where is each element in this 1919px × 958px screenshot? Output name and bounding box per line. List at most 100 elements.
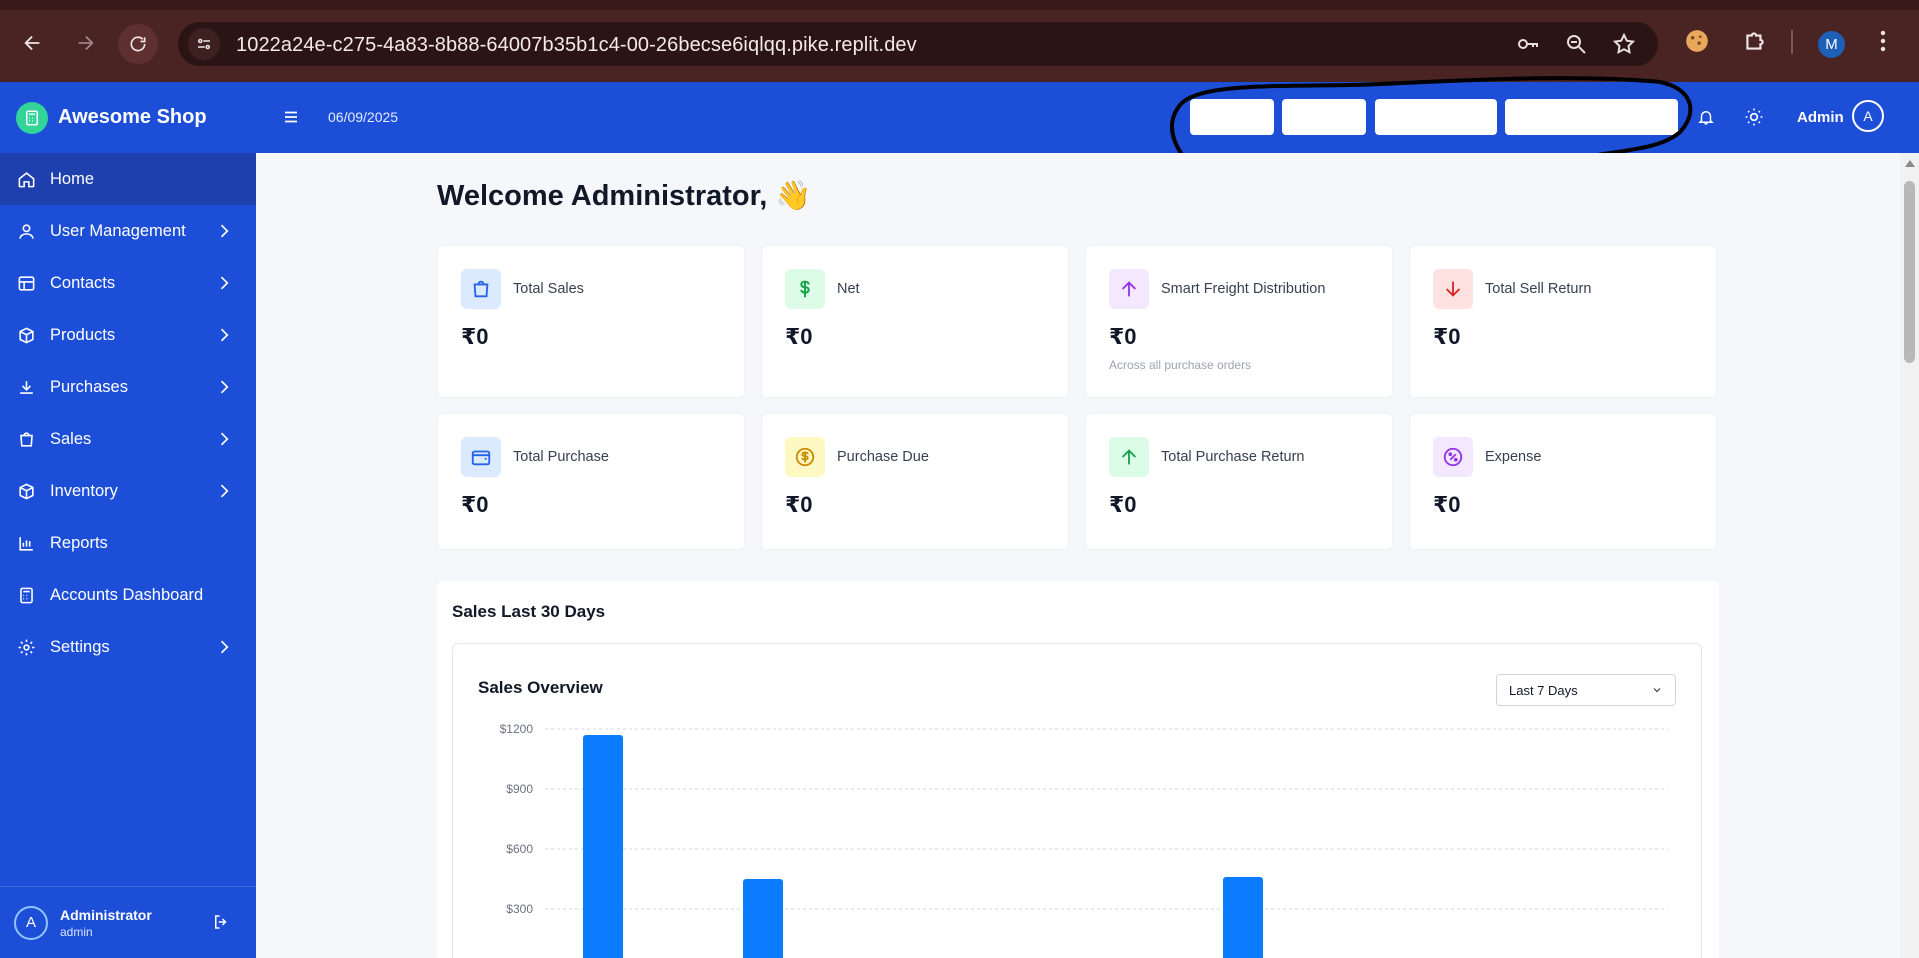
box-icon — [16, 325, 36, 345]
bar[interactable] — [743, 879, 783, 958]
theme-toggle-icon[interactable] — [1744, 107, 1764, 127]
scrollbar[interactable] — [1900, 153, 1919, 958]
chevron-right-icon — [220, 276, 229, 290]
back-icon[interactable] — [18, 28, 48, 58]
stat-label: Purchase Due — [837, 449, 929, 465]
range-select-value: Last 7 Days — [1509, 683, 1578, 698]
sales-bar-chart: $1200 $900 $600 $300 — [500, 722, 1668, 958]
chevron-right-icon — [220, 432, 229, 446]
logout-icon[interactable] — [212, 913, 230, 931]
sidebar-item-contacts[interactable]: Contacts — [0, 257, 256, 309]
dollar-icon — [785, 269, 825, 309]
home-icon — [16, 169, 36, 189]
sidebar-item-label: Accounts Dashboard — [50, 585, 204, 604]
page-title: Welcome Administrator, 👋 — [437, 180, 812, 212]
sidebar-item-label: Home — [50, 169, 95, 188]
extensions-icon[interactable] — [1742, 28, 1768, 59]
chevron-right-icon — [220, 224, 229, 238]
stat-value: ₹0 — [785, 492, 813, 517]
sidebar-item-user-management[interactable]: User Management — [0, 205, 256, 257]
stat-card-net[interactable]: Net ₹0 — [761, 245, 1069, 398]
profile-avatar[interactable]: M — [1818, 31, 1845, 58]
arrow-up-icon — [1109, 269, 1149, 309]
stat-label: Total Sales — [513, 281, 584, 297]
sidebar-item-products[interactable]: Products — [0, 309, 256, 361]
sidebar-user: A Administrator admin — [0, 886, 256, 958]
menu-icon[interactable] — [282, 108, 300, 126]
gear-icon — [16, 637, 36, 657]
scroll-up-arrow-icon[interactable] — [1905, 160, 1915, 167]
stat-card-smart-freight[interactable]: Smart Freight Distribution ₹0 Across all… — [1085, 245, 1393, 398]
arrow-up-icon — [1109, 437, 1149, 477]
stat-card-total-purchase[interactable]: Total Purchase ₹0 — [437, 413, 745, 550]
brand-name: Awesome Shop — [58, 106, 207, 128]
sidebar-nav: Home User Management Contacts Products P… — [0, 153, 256, 673]
reload-icon[interactable] — [118, 24, 158, 64]
toolbar-divider — [1791, 30, 1793, 54]
sales-overview-card: Sales Overview Last 7 Days $1200 $900 $600… — [452, 643, 1702, 958]
sidebar-item-label: Products — [50, 325, 116, 344]
stat-value: ₹0 — [461, 492, 489, 517]
sidebar-item-label: Contacts — [50, 273, 116, 292]
stat-card-expense[interactable]: Expense ₹0 — [1409, 413, 1717, 550]
sidebar-item-label: User Management — [50, 221, 186, 240]
sidebar-item-label: Sales — [50, 429, 92, 448]
stat-value: ₹0 — [1433, 324, 1461, 349]
avatar[interactable]: A — [14, 905, 48, 940]
sidebar-item-label: Reports — [50, 533, 108, 552]
bar[interactable] — [1223, 877, 1263, 958]
tab-strip — [0, 0, 1919, 10]
chevron-right-icon — [220, 328, 229, 342]
user-name: Administrator — [60, 906, 152, 923]
sidebar-item-purchases[interactable]: Purchases — [0, 361, 256, 413]
more-menu-icon[interactable] — [1878, 28, 1888, 59]
bar[interactable] — [583, 735, 623, 958]
stat-subtext: Across all purchase orders — [1109, 358, 1252, 372]
stat-card-total-sell-return[interactable]: Total Sell Return ₹0 — [1409, 245, 1717, 398]
sidebar-item-sales[interactable]: Sales — [0, 413, 256, 465]
current-date: 06/09/2025 — [328, 109, 399, 125]
forward-icon[interactable] — [70, 28, 100, 58]
url-text[interactable]: 1022a24e-c275-4a83-8b88-64007b35b1c4-00-… — [236, 34, 917, 57]
range-select[interactable]: Last 7 Days — [1496, 674, 1676, 706]
sidebar: Awesome Shop Home User Management Contac… — [0, 82, 256, 958]
chart-title: Sales Overview — [478, 678, 603, 697]
sidebar-item-home[interactable]: Home — [0, 153, 256, 205]
user-info: Administrator admin — [60, 907, 152, 939]
stat-label: Expense — [1485, 449, 1542, 465]
sidebar-item-label: Settings — [50, 637, 110, 656]
brand[interactable]: Awesome Shop — [0, 82, 256, 153]
coin-icon — [785, 437, 825, 477]
wallet-icon — [461, 437, 501, 477]
scroll-thumb[interactable] — [1904, 181, 1915, 363]
stat-label: Total Sell Return — [1485, 281, 1592, 297]
user-role: admin — [60, 924, 93, 939]
stat-label: Total Purchase Return — [1161, 449, 1305, 465]
sidebar-item-accounts-dashboard[interactable]: Accounts Dashboard — [0, 569, 256, 621]
shopping-bag-icon — [461, 269, 501, 309]
sidebar-item-inventory[interactable]: Inventory — [0, 465, 256, 517]
stat-card-total-sales[interactable]: Total Sales ₹0 — [437, 245, 745, 398]
sidebar-item-label: Inventory — [50, 481, 118, 500]
y-tick-label: $300 — [506, 902, 533, 916]
stat-card-total-purchase-return[interactable]: Total Purchase Return ₹0 — [1085, 413, 1393, 550]
percent-badge-icon — [1433, 437, 1473, 477]
stat-card-purchase-due[interactable]: Purchase Due ₹0 — [761, 413, 1069, 550]
bag-icon — [16, 429, 36, 449]
calculator-icon — [16, 585, 36, 605]
stat-value: ₹0 — [1433, 492, 1461, 517]
chevron-right-icon — [220, 640, 229, 654]
download-icon — [16, 377, 36, 397]
chevron-right-icon — [220, 380, 229, 394]
stat-value: ₹0 — [1109, 324, 1137, 349]
stat-label: Smart Freight Distribution — [1161, 281, 1326, 297]
header-avatar[interactable]: A — [1852, 100, 1884, 132]
calculator-logo-icon — [16, 101, 48, 134]
sidebar-item-settings[interactable]: Settings — [0, 621, 256, 673]
user-menu-label[interactable]: Admin — [1797, 109, 1844, 126]
y-tick-label: $900 — [506, 782, 533, 796]
y-tick-label: $600 — [506, 842, 533, 856]
site-settings-icon[interactable] — [188, 28, 220, 60]
main-content: Welcome Administrator, 👋 Total Sales ₹0 … — [256, 153, 1900, 958]
sidebar-item-reports[interactable]: Reports — [0, 517, 256, 569]
